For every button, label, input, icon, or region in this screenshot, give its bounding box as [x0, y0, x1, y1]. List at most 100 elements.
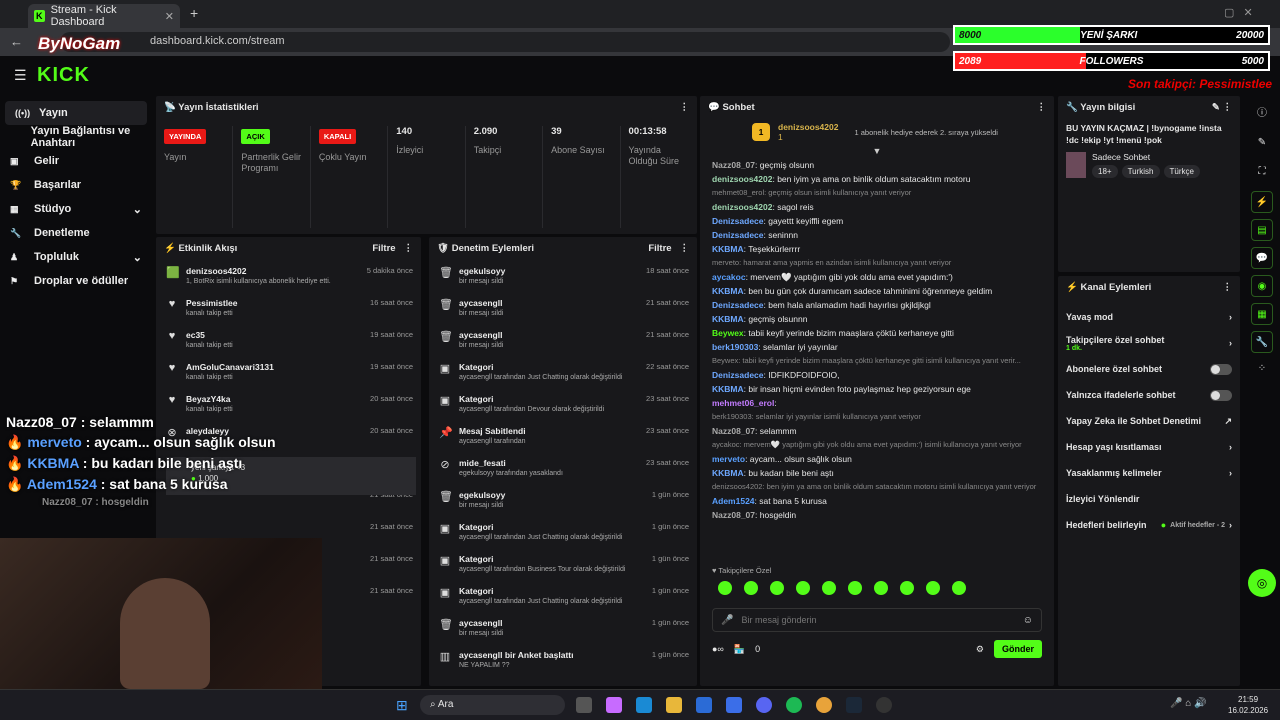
windows-start-icon[interactable]: ⊞	[396, 697, 408, 714]
moderation-row[interactable]: 🗑 aycasengll bir mesajı sildi 21 saat önce	[429, 327, 697, 359]
channel-action[interactable]: Yalnızca ifadelerle sohbet	[1058, 382, 1240, 408]
expand-icon[interactable]: ⛶	[1244, 166, 1280, 177]
sidebar-item[interactable]: 🔧 Denetleme	[0, 221, 152, 245]
channel-action[interactable]: İzleyici Yönlendir	[1058, 486, 1240, 512]
window-controls[interactable]: ▢ ✕	[1224, 6, 1253, 19]
document-icon[interactable]: ▤	[1251, 219, 1273, 241]
kick-logo[interactable]: KICK	[37, 64, 90, 87]
emote-icon[interactable]	[874, 581, 888, 595]
toggle-switch[interactable]	[1210, 389, 1232, 401]
steam-icon[interactable]	[846, 697, 862, 713]
sidebar-item[interactable]: Yayın Bağlantısı ve Anahtarı	[0, 125, 152, 149]
collapse-icon[interactable]: ▼	[700, 146, 1054, 156]
sidebar-item[interactable]: ((•)) Yayın	[5, 101, 147, 125]
chat-message[interactable]: KKBMA: bir insan hiçmi evinden foto payl…	[700, 384, 1054, 394]
chat-username[interactable]: denizsoos4202	[712, 202, 772, 212]
activity-row[interactable]: ♥ Pessimistlee kanalı takip etti 16 saat ön…	[156, 295, 421, 327]
chat-message[interactable]: KKBMA: ben bu gün çok duramıcam sadece t…	[700, 286, 1054, 296]
sidebar-item[interactable]: ▦ Stüdyo ⌄	[0, 197, 152, 221]
chat-username[interactable]: KKBMA	[712, 244, 744, 254]
tool-icon[interactable]: 🔧	[1251, 331, 1273, 353]
moderation-row[interactable]: 🗑 aycasengll bir mesajı sildi 21 saat önce	[429, 295, 697, 327]
tag-chip[interactable]: Türkçe	[1163, 165, 1200, 178]
server-icon[interactable]: ▦	[1251, 303, 1273, 325]
more-icon[interactable]: ⋮	[680, 243, 690, 254]
moderation-row[interactable]: 🗑 egekulsoyy bir mesajı sildi 18 saat önce	[429, 263, 697, 295]
chat-username[interactable]: Nazz08_07	[712, 426, 755, 436]
sidebar-item[interactable]: 🏆 Başarılar	[0, 173, 152, 197]
channel-action[interactable]: Abonelere özel sohbet	[1058, 356, 1240, 382]
chat-message[interactable]: Denizsadece: IDFIKDFOIDFOIO,	[700, 370, 1054, 380]
activity-filter-button[interactable]: Filtre	[372, 243, 395, 254]
moderation-filter-button[interactable]: Filtre	[648, 243, 671, 254]
emote-icon[interactable]	[900, 581, 914, 595]
more-icon[interactable]: ⋮	[1223, 102, 1233, 113]
chat-username[interactable]: aycakoc	[712, 272, 746, 282]
broadcast-icon[interactable]: ◉	[1251, 275, 1273, 297]
spotify-icon[interactable]	[786, 697, 802, 713]
chat-username[interactable]: Denizsadece	[712, 300, 764, 310]
emote-icon[interactable]	[718, 581, 732, 595]
chat-bubble-icon[interactable]: 💬	[1251, 247, 1273, 269]
chevron-right-icon[interactable]: ›	[1229, 312, 1232, 322]
chat-username[interactable]: Nazz08_07	[712, 160, 755, 170]
chat-message[interactable]: denizsoos4202: ben iyim ya ama on binlik…	[700, 174, 1054, 184]
new-tab-button[interactable]: +	[190, 5, 198, 21]
more-icon[interactable]: ⋮	[1037, 102, 1047, 113]
moderation-row[interactable]: ▥ aycasengll bir Anket başlattı NE YAPALIM…	[429, 647, 697, 679]
moderation-row[interactable]: 🗑 aycasengll bir mesajı sildi 1 gün önce	[429, 615, 697, 647]
store-icon[interactable]: 🏪	[734, 644, 745, 655]
chat-username[interactable]: mehmet06_erol	[712, 398, 774, 408]
chat-username[interactable]: Beywex	[712, 328, 744, 338]
chevron-right-icon[interactable]: ›	[1229, 468, 1232, 478]
emote-icon[interactable]	[744, 581, 758, 595]
emote-icon[interactable]	[796, 581, 810, 595]
chat-message[interactable]: aycakoc: mervem🤍 yaptığım gibi yok oldu …	[700, 272, 1054, 282]
chat-message[interactable]: KKBMA: Teşekkürlerrrr	[700, 244, 1054, 254]
activity-row[interactable]: ♥ ec35 kanalı takip etti 19 saat önce	[156, 327, 421, 359]
edge-icon[interactable]	[636, 697, 652, 713]
moderation-row[interactable]: ▣ Kategori aycasengll tarafından Devour ol…	[429, 391, 697, 423]
channel-action[interactable]: Yasaklanmış kelimeler ›	[1058, 460, 1240, 486]
chat-message[interactable]: denizsoos4202: sagol reis	[700, 202, 1054, 212]
browser-tab[interactable]: K Stream - Kick Dashboard ✕	[28, 4, 180, 28]
chat-message[interactable]: Beywex: tabii keyfi yerinde bizim maaşla…	[700, 328, 1054, 338]
sidebar-item[interactable]: ▣ Gelir	[0, 149, 152, 173]
chat-username[interactable]: KKBMA	[712, 468, 744, 478]
moderation-row[interactable]: ⊘ mide_fesati egekulsoyy tarafından yasakl…	[429, 455, 697, 487]
taskview-icon[interactable]	[576, 697, 592, 713]
chat-message[interactable]: merveto: aycam... olsun sağlık olsun	[700, 454, 1054, 464]
pinned-user[interactable]: denizsoos4202	[778, 122, 838, 132]
help-button[interactable]: ◎	[1248, 569, 1276, 597]
chat-message[interactable]: Adem1524: sat bana 5 kurusa	[700, 496, 1054, 506]
channel-action[interactable]: Yavaş mod ›	[1058, 304, 1240, 330]
sidebar-item[interactable]: ⚑ Droplar ve ödüller	[0, 269, 152, 293]
channel-action[interactable]: Hesap yaşı kısıtlaması ›	[1058, 434, 1240, 460]
toggle-switch[interactable]	[1210, 363, 1232, 375]
chrome-icon[interactable]	[816, 697, 832, 713]
url-field[interactable]: dashboard.kick.com/stream	[60, 32, 950, 52]
emote-icon[interactable]	[770, 581, 784, 595]
mic-icon[interactable]: 🎤	[721, 615, 733, 626]
more-dots-icon[interactable]: ⁘	[1244, 363, 1280, 374]
lightning-icon[interactable]: ⚡	[1251, 191, 1273, 213]
chat-username[interactable]: denizsoos4202	[712, 174, 772, 184]
chat-message[interactable]: Nazz08_07: hosgeldin	[700, 510, 1054, 520]
chat-username[interactable]: berk190303	[712, 342, 758, 352]
more-icon[interactable]: ⋮	[404, 243, 414, 254]
tray-icons[interactable]: 🎤 ⌂ 🔊	[1170, 698, 1207, 709]
points-icon[interactable]: ●∞	[712, 644, 724, 654]
channel-action[interactable]: Hedefleri belirleyin ● Aktif hedefler - 2 ›	[1058, 512, 1240, 538]
moderation-row[interactable]: ▣ Kategori aycasengll tarafından Just Chat…	[429, 359, 697, 391]
moderation-row[interactable]: ▣ Kategori aycasengll tarafından Just Chat…	[429, 519, 697, 551]
chevron-right-icon[interactable]: ›	[1229, 338, 1232, 348]
chat-message[interactable]: Nazz08_07: geçmiş olsunn	[700, 160, 1054, 170]
send-button[interactable]: Gönder	[993, 640, 1042, 658]
mail-icon[interactable]	[726, 697, 742, 713]
emote-icon[interactable]	[926, 581, 940, 595]
store-app-icon[interactable]	[696, 697, 712, 713]
emote-icon[interactable]	[822, 581, 836, 595]
back-icon[interactable]: ←	[10, 34, 23, 49]
chat-username[interactable]: KKBMA	[712, 314, 744, 324]
menu-icon[interactable]: ☰	[14, 67, 27, 84]
